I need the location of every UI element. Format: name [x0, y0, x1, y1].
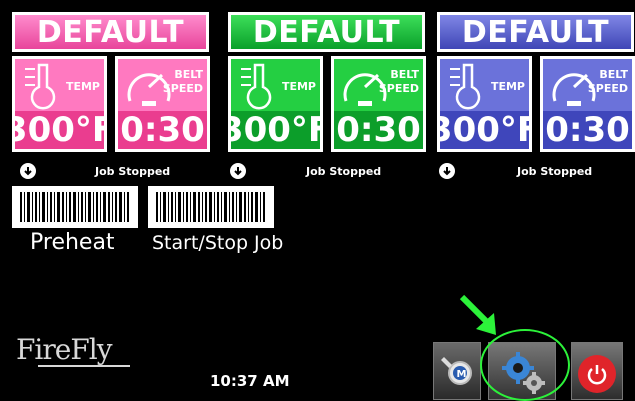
lane-1-speed-caption-1: BELT: [174, 68, 203, 81]
lane-3-speed-caption-1: BELT: [599, 68, 628, 81]
lane-3-status-text: Job Stopped: [517, 165, 593, 178]
lane-3-status-row: Job Stopped: [439, 163, 635, 183]
lane-2-temp-value: 300°F: [231, 110, 320, 149]
wrench-gear-m-icon: M: [441, 357, 472, 385]
lane-3-speed-value: 0:30: [543, 110, 632, 149]
lane-2-temp-tile[interactable]: 300°F TEMP: [228, 56, 323, 152]
lane-1-speed-tile[interactable]: 0:30 BELT SPEED: [115, 56, 210, 152]
lane-1-status-row: Job Stopped: [20, 163, 217, 183]
start-stop-barcode-button[interactable]: [148, 186, 274, 228]
start-stop-label: Start/Stop Job: [152, 232, 284, 254]
lane-2-speed-value: 0:30: [334, 110, 423, 149]
lane-3-temp-caption: TEMP: [490, 80, 525, 93]
expand-down-icon[interactable]: [439, 163, 455, 179]
power-button[interactable]: [571, 342, 623, 400]
lane-1-speed-value: 0:30: [118, 110, 207, 149]
lane-3-speed-tile[interactable]: 0:30 BELT SPEED: [540, 56, 635, 152]
preheat-label: Preheat: [30, 230, 115, 255]
lane-1-temp-tile[interactable]: 300°F TEMP: [12, 56, 107, 152]
lane-3-title-button[interactable]: DEFAULT: [437, 12, 634, 52]
lane-1-status-text: Job Stopped: [95, 165, 171, 178]
lane-2-speed-tile[interactable]: 0:30 BELT SPEED: [331, 56, 426, 152]
logo-underline: [38, 365, 130, 367]
lane-2-status-text: Job Stopped: [306, 165, 382, 178]
preheat-barcode-button[interactable]: [12, 186, 138, 228]
hint-ring: [480, 329, 570, 401]
power-icon: [578, 355, 616, 393]
thermometer-icon: [241, 63, 272, 110]
barcode-icon: [20, 192, 129, 222]
firefly-logo: FireFly: [16, 333, 113, 366]
thermometer-icon: [450, 63, 481, 110]
maintenance-button[interactable]: M: [433, 342, 481, 400]
svg-text:M: M: [457, 369, 467, 380]
lane-3: DEFAULT 300°F TEMP 0:30 BELT SPEED: [437, 0, 635, 182]
lane-2-status-row: Job Stopped: [230, 163, 427, 183]
lane-2-speed-caption-1: BELT: [390, 68, 419, 81]
lane-3-temp-value: 300°F: [440, 110, 529, 149]
lane-3-temp-tile[interactable]: 300°F TEMP: [437, 56, 532, 152]
lane-3-speed-caption-2: SPEED: [587, 82, 628, 95]
lane-2-title-button[interactable]: DEFAULT: [228, 12, 425, 52]
lane-1-title-button[interactable]: DEFAULT: [12, 12, 209, 52]
lane-1-temp-caption: TEMP: [65, 80, 100, 93]
lane-2: DEFAULT 300°F TEMP 0:30 BELT SPEED: [228, 0, 426, 182]
expand-down-icon[interactable]: [230, 163, 246, 179]
thermometer-icon: [25, 63, 56, 110]
expand-down-icon[interactable]: [20, 163, 36, 179]
lane-1: DEFAULT 300°F TEMP 0:30 BELT SPEED: [12, 0, 210, 182]
lane-1-speed-caption-2: SPEED: [162, 82, 203, 95]
lane-2-speed-caption-2: SPEED: [378, 82, 419, 95]
clock: 10:37 AM: [210, 372, 290, 390]
lane-1-temp-value: 300°F: [15, 110, 104, 149]
lane-2-temp-caption: TEMP: [281, 80, 316, 93]
barcode-icon: [156, 192, 265, 222]
